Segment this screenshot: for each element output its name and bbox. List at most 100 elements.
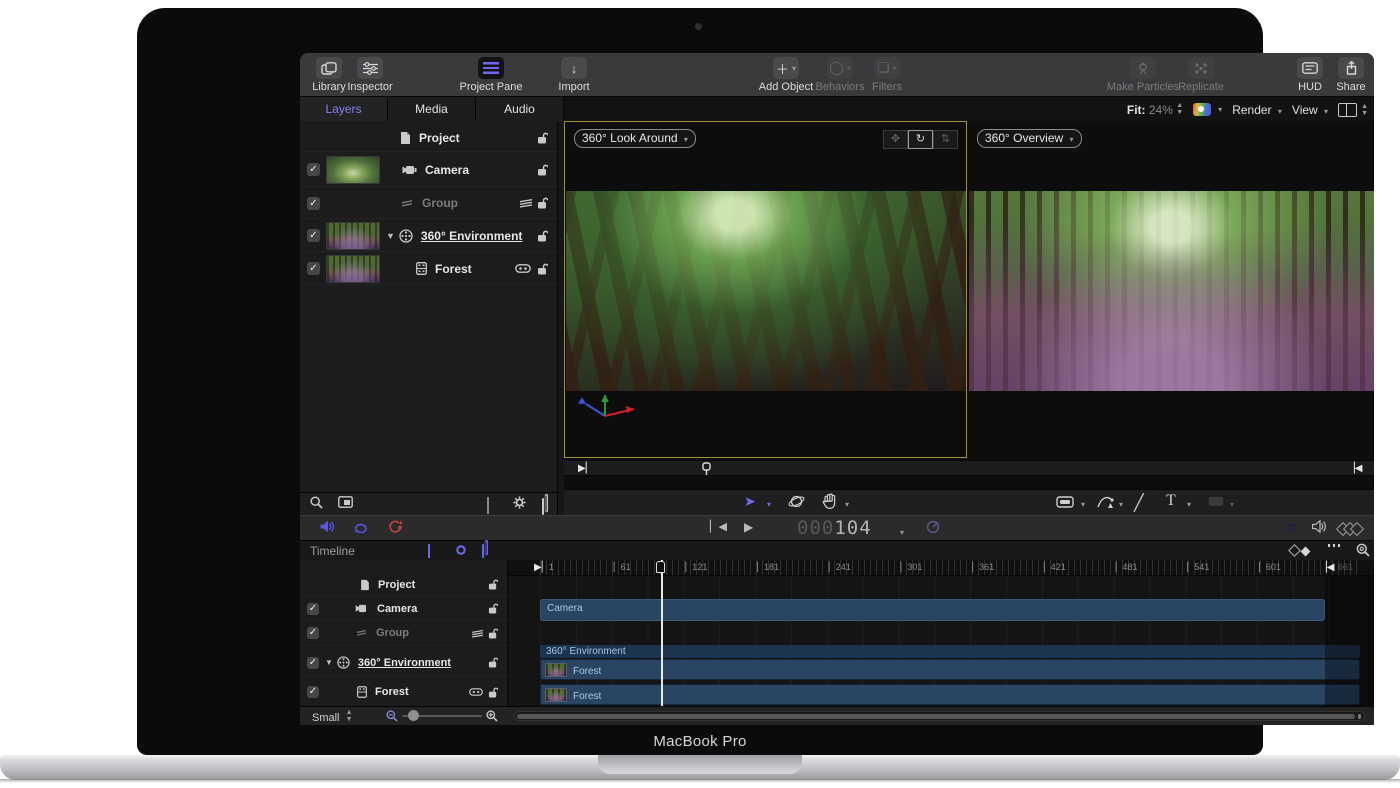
layer-row-camera[interactable]: ✓ Camera <box>300 153 558 187</box>
go-to-start-button[interactable]: ▏◀ <box>710 520 727 533</box>
audio-mute-icon[interactable] <box>320 520 335 533</box>
layout-control[interactable]: ▲▼ <box>1338 103 1368 117</box>
filmstrip-view-icon[interactable] <box>338 496 353 508</box>
timeline-row-group[interactable]: ✓ Group <box>300 621 508 646</box>
rotate-mode-button[interactable]: ↻ <box>908 130 933 149</box>
layer-row-group[interactable]: ✓ Group <box>300 188 558 219</box>
shape-tool[interactable] <box>1056 496 1074 508</box>
unlock-icon[interactable] <box>488 579 498 590</box>
timeline-playhead-handle[interactable] <box>656 561 665 573</box>
mini-playhead[interactable] <box>702 462 711 475</box>
render-menu[interactable]: Render ▾ <box>1232 103 1282 117</box>
checkbox-checked-icon[interactable]: ✓ <box>307 657 319 669</box>
share-button[interactable]: Share <box>1331 57 1371 93</box>
timecode-display[interactable]: 000104 <box>797 517 872 539</box>
text-tool-chevron-icon[interactable]: ▾ <box>1184 496 1191 512</box>
track-size-select[interactable]: Small ▲▼ <box>312 709 353 724</box>
mini-out-marker[interactable]: ▕◀ <box>1347 462 1362 475</box>
timeline-horizontal-scrollbar[interactable] <box>514 711 1365 721</box>
select-tool-chevron-icon[interactable]: ▾ <box>764 496 771 512</box>
unlock-icon[interactable] <box>537 263 548 275</box>
project-pane-button[interactable]: Project Pane <box>456 57 526 93</box>
overview-viewport-image[interactable] <box>969 191 1374 391</box>
unlock-icon[interactable] <box>537 197 548 209</box>
tab-media[interactable]: Media <box>388 97 476 122</box>
dolly-mode-button[interactable]: ⇅ <box>933 130 958 149</box>
bezier-tool-chevron-icon[interactable]: ▾ <box>1116 496 1123 512</box>
zoom-fit-icon[interactable] <box>1356 543 1370 557</box>
unlock-icon[interactable] <box>488 628 498 639</box>
record-icon[interactable] <box>387 520 402 533</box>
unlock-icon[interactable] <box>488 657 498 668</box>
play-button[interactable]: ▶ <box>744 520 753 534</box>
unlock-icon[interactable] <box>537 164 548 176</box>
bezier-tool[interactable] <box>1097 494 1115 509</box>
hand-tool[interactable] <box>822 493 837 509</box>
keyframes-filter-icon[interactable] <box>1290 546 1309 558</box>
behaviors-button[interactable]: ◯▾ Behaviors <box>812 57 868 93</box>
left-viewport-menu[interactable]: 360° Look Around ▾ <box>574 129 696 148</box>
filters-button[interactable]: ❏▾ Filters <box>865 57 909 93</box>
loop-playback-icon[interactable] <box>353 520 369 533</box>
checkbox-checked-icon[interactable]: ✓ <box>307 262 320 275</box>
replicate-button[interactable]: Replicate <box>1172 57 1230 93</box>
unlock-icon[interactable] <box>488 687 498 698</box>
mini-timeline[interactable]: ▶▏ ▕◀ <box>564 460 1374 476</box>
hud-button[interactable]: HUD <box>1290 57 1330 93</box>
camera-track-bar[interactable]: Camera <box>540 599 1325 621</box>
environment-group-bar[interactable]: 360° Environment <box>540 645 1360 658</box>
disclosure-triangle-icon[interactable]: ▼ <box>325 658 333 667</box>
layer-row-360-environment[interactable]: ✓ ▼ 360° Environment <box>300 220 558 252</box>
checkbox-checked-icon[interactable]: ✓ <box>307 686 319 698</box>
search-icon[interactable] <box>310 496 323 509</box>
ruler-out-marker[interactable]: ▕◀ <box>1319 562 1334 574</box>
right-viewport-menu[interactable]: 360° Overview ▾ <box>977 129 1082 148</box>
zoom-out-icon[interactable] <box>386 710 398 722</box>
checkbox-checked-icon[interactable]: ✓ <box>307 163 320 176</box>
disclosure-triangle-icon[interactable]: ▼ <box>386 231 395 241</box>
unlock-icon[interactable] <box>537 230 548 242</box>
checkbox-checked-icon[interactable]: ✓ <box>307 603 319 615</box>
timeline-playhead[interactable] <box>661 560 663 706</box>
checkbox-checked-icon[interactable]: ✓ <box>307 627 319 639</box>
timeline-gear-icon[interactable] <box>455 544 467 556</box>
timeline-row-360-environment[interactable]: ✓ ▼ 360° Environment <box>300 649 508 677</box>
checkbox-checked-icon[interactable]: ✓ <box>307 229 320 242</box>
tab-layers[interactable]: Layers <box>300 97 388 122</box>
zoom-in-icon[interactable] <box>486 710 498 722</box>
layer-row-forest[interactable]: ✓ Forest <box>300 253 558 285</box>
unlock-icon[interactable] <box>537 132 548 144</box>
unlock-icon[interactable] <box>488 603 498 614</box>
audio-track-icon[interactable] <box>1312 520 1327 533</box>
timeline-zoom-slider-knob[interactable] <box>408 710 419 721</box>
layer-row-project[interactable]: Project <box>300 125 558 152</box>
shape-tool-chevron-icon[interactable]: ▾ <box>1078 496 1085 512</box>
color-channels-control[interactable]: ▾ <box>1193 103 1222 116</box>
mini-in-marker[interactable]: ▶▏ <box>578 462 593 475</box>
text-tool[interactable]: T <box>1166 492 1176 510</box>
fit-control[interactable]: Fit: 24% ▲▼ <box>1127 102 1183 117</box>
timeline-layers-icon[interactable] <box>482 545 484 557</box>
line-tool[interactable]: ╱ <box>1134 493 1144 513</box>
forest-clip-bar-2[interactable]: Forest <box>540 684 1360 705</box>
timeline-tracks-area[interactable]: ▶▏ ▕◀ 661 ▏1▏61▏121▏181▏241▏301▏361▏421▏… <box>508 560 1374 706</box>
scrollbar-thumb[interactable] <box>517 714 1355 719</box>
3d-transform-tool[interactable] <box>788 493 805 510</box>
import-button[interactable]: ↓ Import <box>552 57 596 93</box>
timeline-ruler[interactable]: ▶▏ ▕◀ 661 ▏1▏61▏121▏181▏241▏301▏361▏421▏… <box>508 560 1374 576</box>
select-tool[interactable]: ➤ <box>744 493 756 510</box>
duplicate-layers-icon[interactable] <box>542 499 544 514</box>
hand-tool-chevron-icon[interactable]: ▾ <box>842 496 849 512</box>
timeline-row-camera[interactable]: ✓ Camera <box>300 597 508 621</box>
inspector-button[interactable]: Inspector <box>342 57 398 93</box>
forest-clip-bar[interactable]: Forest <box>540 659 1360 680</box>
checkerboard-icon[interactable] <box>487 498 489 513</box>
view-menu[interactable]: View ▾ <box>1292 103 1328 117</box>
timeline-row-forest[interactable]: ✓ Forest <box>300 679 508 705</box>
add-object-button[interactable]: ＋▾ Add Object <box>755 57 817 93</box>
timeline-checkerboard-icon[interactable] <box>428 545 430 557</box>
gear-icon[interactable] <box>513 496 526 509</box>
tab-audio[interactable]: Audio <box>476 97 564 122</box>
move-mode-button[interactable]: ✥ <box>883 130 908 149</box>
timeline-row-project[interactable]: Project <box>300 573 508 597</box>
